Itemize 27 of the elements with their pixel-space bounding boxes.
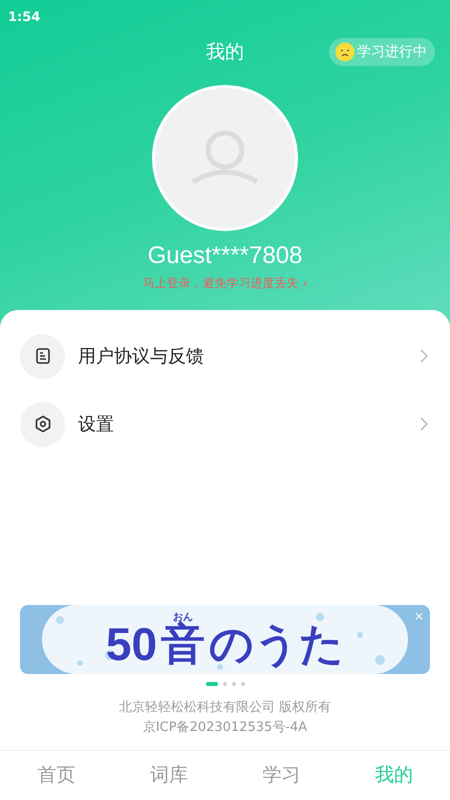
sad-face-icon: [335, 42, 355, 62]
login-prompt-link[interactable]: 马上登录，避免学习进度丢失 ›: [142, 274, 308, 292]
document-icon: [34, 347, 52, 365]
chevron-right-icon: [420, 417, 428, 431]
banner-ad[interactable]: 50 おん 音のうた ×: [20, 605, 430, 674]
banner-text: 音: [161, 622, 206, 666]
badge-label: 学习进行中: [357, 42, 427, 62]
status-time: 1:54: [8, 10, 40, 25]
menu-label: 设置: [78, 412, 115, 436]
nav-tab[interactable]: 我的: [374, 761, 413, 790]
close-button[interactable]: ×: [414, 607, 424, 625]
chevron-right-icon: [420, 349, 428, 363]
banner-text: のうた: [209, 622, 344, 666]
nav-tab[interactable]: 词库: [150, 761, 188, 790]
ruby-text: おん: [173, 612, 194, 622]
username: Guest****7808: [148, 241, 302, 271]
copyright-text: 北京轻轻松松科技有限公司 版权所有: [118, 699, 332, 717]
page-title: 我的: [206, 40, 244, 65]
settings-icon: [34, 415, 52, 433]
nav-tab[interactable]: 首页: [37, 761, 76, 790]
menu-item[interactable]: 设置: [0, 390, 450, 458]
status-badge[interactable]: 学习进行中: [329, 38, 435, 66]
menu-label: 用户协议与反馈: [78, 344, 205, 368]
nav-tab[interactable]: 学习: [262, 761, 300, 790]
banner-text: 50: [106, 620, 158, 666]
menu-item[interactable]: 用户协议与反馈: [0, 322, 450, 390]
copyright-text: 京ICP备2023012535号-4A: [142, 719, 308, 737]
